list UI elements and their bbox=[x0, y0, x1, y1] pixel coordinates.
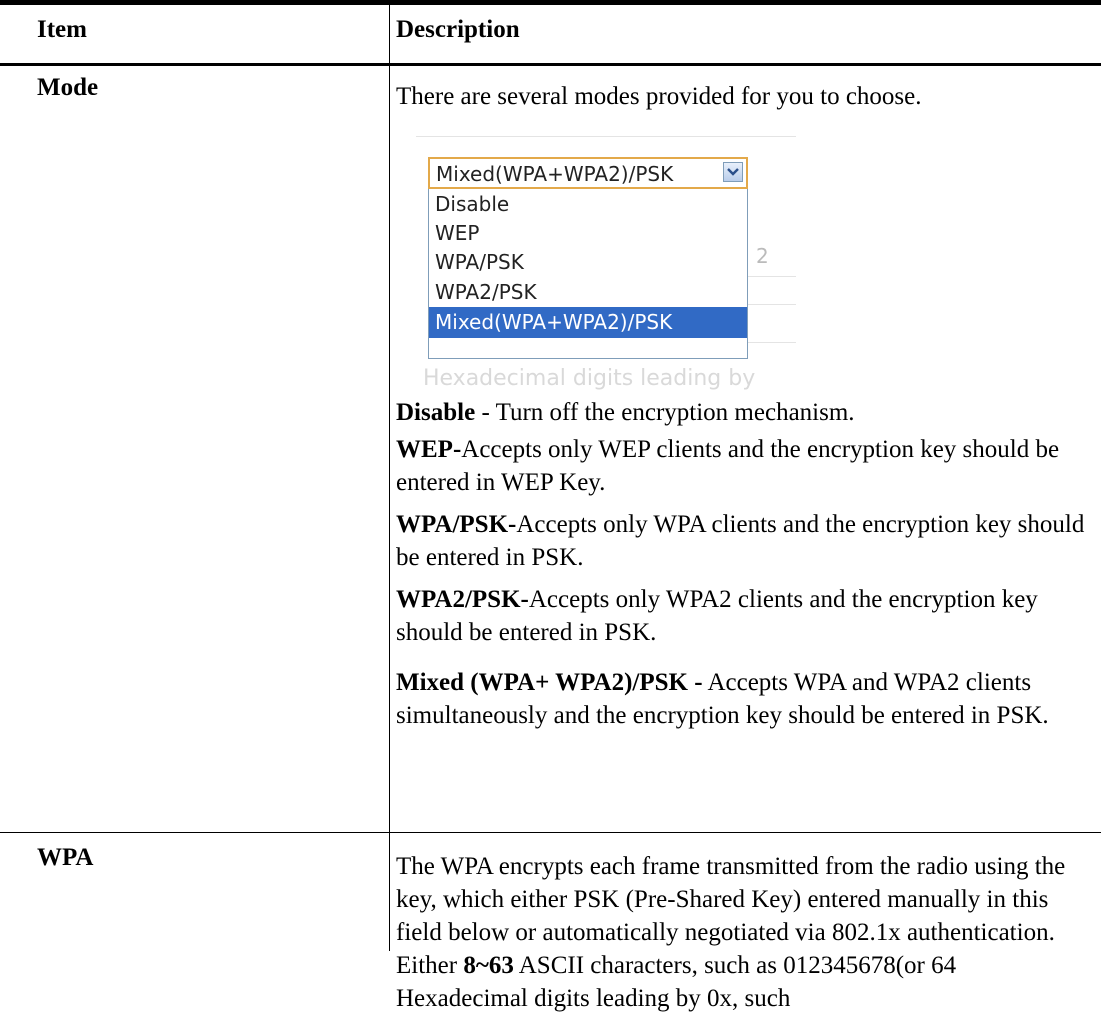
term-mixed-psk: Mixed (WPA+ WPA2)/PSK - bbox=[396, 669, 703, 696]
wpa-description: The WPA encrypts each frame transmitted … bbox=[396, 850, 1086, 1015]
definition-mixed-psk: Mixed (WPA+ WPA2)/PSK - Accepts WPA and … bbox=[396, 666, 1086, 732]
screenshot-faint-line bbox=[748, 276, 796, 277]
chevron-down-icon[interactable] bbox=[723, 162, 743, 182]
term-wpa-psk: WPA/PSK- bbox=[396, 511, 517, 538]
mode-options-list: Disable WEP WPA/PSK WPA2/PSK Mixed(WPA+W… bbox=[428, 189, 748, 359]
mode-select-value: Mixed(WPA+WPA2)/PSK bbox=[436, 162, 674, 186]
screenshot-faint-line bbox=[416, 136, 796, 137]
screenshot-faint-line bbox=[748, 342, 796, 343]
term-disable: Disable bbox=[396, 399, 476, 426]
option-mixed-psk[interactable]: Mixed(WPA+WPA2)/PSK bbox=[429, 307, 747, 338]
text-disable: Turn off the encryption mechanism. bbox=[495, 399, 855, 426]
option-wep[interactable]: WEP bbox=[429, 218, 747, 249]
row-label-mode: Mode bbox=[37, 74, 99, 101]
row-label-wpa: WPA bbox=[37, 844, 94, 871]
option-wpa-psk[interactable]: WPA/PSK bbox=[429, 247, 747, 278]
wpa-length-range: 8~63 bbox=[463, 952, 514, 979]
ghost-text-right: 2 bbox=[756, 244, 769, 268]
definition-wep: WEP-Accepts only WEP clients and the enc… bbox=[396, 433, 1086, 499]
definition-wpa-psk: WPA/PSK-Accepts only WPA clients and the… bbox=[396, 508, 1086, 574]
ghost-text-bottom: 4 Hexadecimal digits leading by bbox=[416, 366, 756, 391]
term-wep: WEP- bbox=[396, 436, 462, 463]
header-bottom-rule bbox=[0, 63, 1101, 66]
definition-separator: - bbox=[475, 399, 496, 426]
term-wpa2-psk: WPA2/PSK- bbox=[396, 586, 529, 613]
option-wpa2-psk[interactable]: WPA2/PSK bbox=[429, 277, 747, 308]
option-disable[interactable]: Disable bbox=[429, 189, 747, 220]
screenshot-faint-line bbox=[748, 304, 796, 305]
definition-disable: Disable - Turn off the encryption mechan… bbox=[396, 396, 1086, 429]
definition-wpa2-psk: WPA2/PSK-Accepts only WPA2 clients and t… bbox=[396, 583, 1086, 649]
mode-select[interactable]: Mixed(WPA+WPA2)/PSK bbox=[428, 157, 748, 189]
table-top-rule bbox=[0, 0, 1101, 5]
mode-intro: There are several modes provided for you… bbox=[396, 83, 922, 110]
header-description: Description bbox=[396, 16, 520, 43]
column-divider bbox=[389, 5, 390, 951]
text-wep: Accepts only WEP clients and the encrypt… bbox=[396, 436, 1060, 496]
header-item: Item bbox=[37, 16, 87, 43]
mode-dropdown-screenshot: 2 4 Hexadecimal digits leading by Mixed(… bbox=[416, 136, 796, 396]
row-divider bbox=[0, 832, 1101, 833]
